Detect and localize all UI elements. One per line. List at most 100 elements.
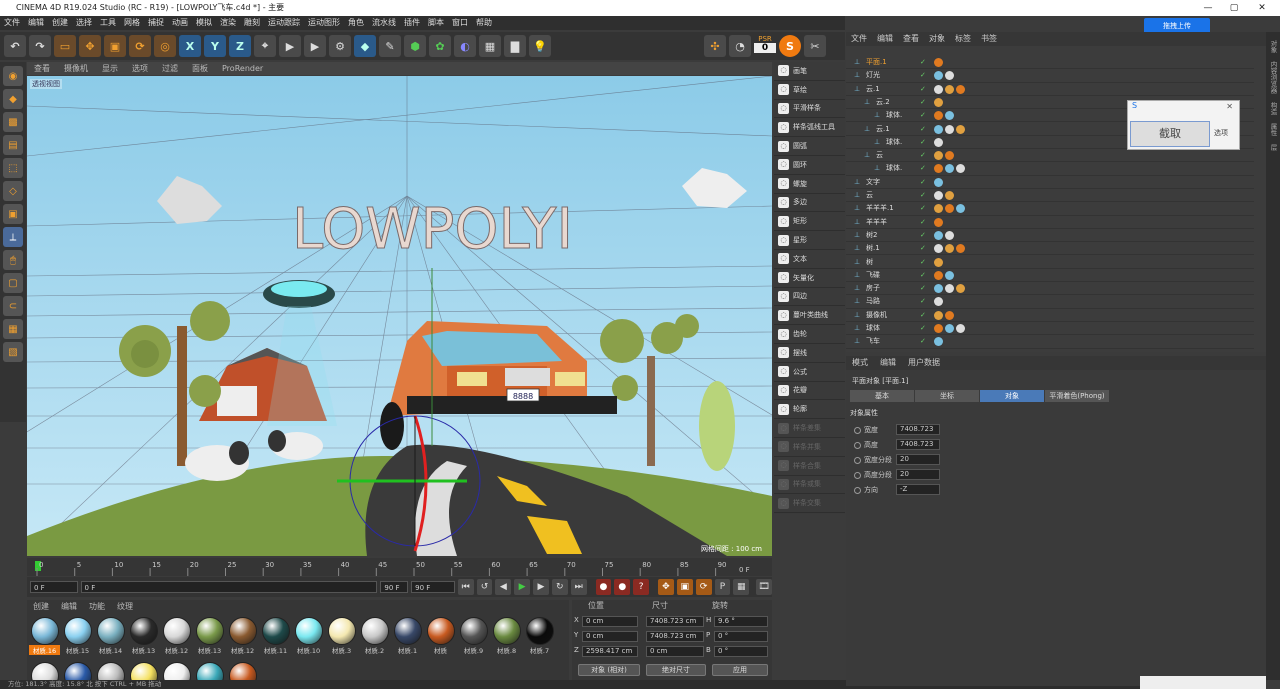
points-mode-icon[interactable]: ⬚ <box>3 158 23 178</box>
material-tag-icon[interactable] <box>934 97 943 107</box>
material-tag-icon[interactable] <box>934 204 943 214</box>
rotation-field[interactable]: 0 ° <box>714 646 768 657</box>
material-tag-icon[interactable] <box>945 191 954 200</box>
menu-item[interactable]: 流水线 <box>368 16 400 30</box>
object-manager-menu-item[interactable]: 文件 <box>846 32 872 46</box>
planar-workplane-icon[interactable]: ▧ <box>3 342 23 362</box>
size-field[interactable]: 7408.723 cm <box>646 616 704 627</box>
animate-dot-icon[interactable] <box>854 456 861 464</box>
side-tab[interactable]: 属性 <box>1268 123 1278 136</box>
spline-tool-item[interactable]: ◌ 螺旋 <box>774 175 845 194</box>
attribute-tab[interactable]: 平滑着色(Phong) <box>1045 390 1109 402</box>
material-tag-icon[interactable] <box>934 257 943 267</box>
timeline-ruler[interactable]: 0 5 10 15 20 25 30 35 40 45 50 55 60 65 70 75 80 85 90 0 F <box>27 558 772 576</box>
material-tag-icon[interactable] <box>934 297 943 307</box>
model-mode-icon[interactable]: ◆ <box>3 89 23 109</box>
render-settings-icon[interactable]: ⚙ <box>329 35 351 57</box>
object-tree-row[interactable]: ⊥ 树 ✓ <box>846 256 1254 269</box>
visibility-check-icon[interactable]: ✓ <box>920 109 926 122</box>
material-tag-icon[interactable] <box>945 244 954 254</box>
object-tree-row[interactable]: ⊥ 飞车 ✓ <box>846 335 1254 349</box>
material-tag-icon[interactable] <box>934 58 943 67</box>
material-tag-icon[interactable] <box>934 324 943 333</box>
material-tag-icon[interactable] <box>956 164 965 174</box>
visibility-check-icon[interactable]: ✓ <box>920 176 926 189</box>
size-field[interactable]: 0 cm <box>646 646 704 657</box>
next-frame-icon[interactable]: ▶ <box>533 579 549 595</box>
material-tag-icon[interactable] <box>934 191 943 200</box>
material-swatch[interactable]: 材质.16 <box>29 615 60 655</box>
material-tag-icon[interactable] <box>934 84 943 94</box>
object-manager-menu-item[interactable]: 对象 <box>924 32 950 46</box>
subdivision-icon[interactable]: ⬢ <box>404 35 426 57</box>
material-tag-icon[interactable] <box>934 217 943 227</box>
scale-icon[interactable]: ▣ <box>104 35 126 57</box>
menu-item[interactable]: 渲染 <box>216 16 240 30</box>
light-icon[interactable]: 💡 <box>529 35 551 57</box>
material-tag-icon[interactable] <box>934 124 943 134</box>
material-tag-icon[interactable] <box>945 310 954 320</box>
menu-item[interactable]: 创建 <box>48 16 72 30</box>
position-field[interactable]: 0 cm <box>582 631 638 642</box>
material-tag-icon[interactable] <box>945 71 954 81</box>
material-tag-icon[interactable] <box>945 124 954 134</box>
material-swatch[interactable]: 材质.12 <box>227 615 258 655</box>
spline-tool-item[interactable]: ◌ 多边 <box>774 194 845 213</box>
apply-button[interactable]: 应用 <box>712 664 768 676</box>
viewport-menu-item[interactable]: 摄像机 <box>57 62 95 75</box>
material-swatch[interactable]: 材质.1 <box>392 615 423 655</box>
object-manager-menu-item[interactable]: 查看 <box>898 32 924 46</box>
3d-viewport[interactable]: LOWPOLYI 8888 透视视图 网格间距: 100 cm <box>27 76 772 556</box>
animate-dot-icon[interactable] <box>854 441 861 449</box>
visibility-check-icon[interactable]: ✓ <box>920 322 926 335</box>
spline-tool-item[interactable]: ◌ 圆环 <box>774 156 845 175</box>
material-tag-icon[interactable] <box>934 151 943 161</box>
visibility-check-icon[interactable]: ✓ <box>920 96 926 109</box>
menu-item[interactable]: 脚本 <box>424 16 448 30</box>
y-axis-button[interactable]: Y <box>204 35 226 57</box>
material-tag-icon[interactable] <box>945 111 954 121</box>
workplane-mode-icon[interactable]: ▤ <box>3 135 23 155</box>
attribute-tab[interactable]: 基本 <box>850 390 914 402</box>
x-axis-button[interactable]: X <box>179 35 201 57</box>
visibility-check-icon[interactable]: ✓ <box>920 295 926 308</box>
attribute-value-field[interactable]: -Z <box>896 484 940 495</box>
viewport-solo-icon[interactable]: ▢ <box>3 273 23 293</box>
cloner-icon[interactable]: ✿ <box>429 35 451 57</box>
auto-key-icon[interactable]: ● <box>614 579 631 595</box>
spline-tool-item[interactable]: ◌ 样条或集 <box>774 476 845 495</box>
position-field[interactable]: 0 cm <box>582 616 638 627</box>
viewport-menu-item[interactable]: 过滤 <box>155 62 185 75</box>
object-tree-row[interactable]: ⊥ 灯光 ✓ <box>846 69 1254 83</box>
menu-item[interactable]: 模拟 <box>192 16 216 30</box>
spline-tool-item[interactable]: ◌ 样条并集 <box>774 438 845 457</box>
animate-dot-icon[interactable] <box>854 471 861 479</box>
spline-tool-item[interactable]: ◌ 文本 <box>774 250 845 269</box>
material-tag-icon[interactable] <box>934 177 943 187</box>
viewport-menu-item[interactable]: 查看 <box>27 62 57 75</box>
material-tag-icon[interactable] <box>945 151 954 161</box>
viewport-menu-item[interactable]: 面板 <box>185 62 215 75</box>
menu-item[interactable]: 编辑 <box>24 16 48 30</box>
material-swatch[interactable]: 材质.9 <box>458 615 489 655</box>
object-tree-row[interactable]: ⊥ 文字 ✓ <box>846 176 1254 189</box>
object-tree-row[interactable]: ⊥ 球体. ✓ <box>846 162 1254 176</box>
select-icon[interactable]: ▭ <box>54 35 76 57</box>
render-view-icon[interactable]: ▶ <box>279 35 301 57</box>
object-manager-menu-item[interactable]: 编辑 <box>872 32 898 46</box>
material-swatch[interactable]: 材质.7 <box>524 615 555 655</box>
close-button[interactable]: ✕ <box>1250 0 1274 16</box>
attribute-menu-item[interactable]: 模式 <box>846 356 874 370</box>
attribute-tab[interactable]: 对象 <box>980 390 1044 402</box>
spline-tool-item[interactable]: ◌ 画笔 <box>774 62 845 81</box>
object-tree-row[interactable]: ⊥ 飞碟 ✓ <box>846 269 1254 283</box>
snap-enable-icon[interactable]: ⊂ <box>3 296 23 316</box>
floor-icon[interactable]: ▦ <box>479 35 501 57</box>
size-mode-dropdown[interactable]: 绝对尺寸 <box>646 664 706 676</box>
recent-tool-icon[interactable]: ◎ <box>154 35 176 57</box>
material-tag-icon[interactable] <box>956 204 965 214</box>
options-button[interactable]: 选项 <box>1214 128 1228 138</box>
visibility-check-icon[interactable]: ✓ <box>920 69 926 82</box>
spline-tool-item[interactable]: ◌ 草绘 <box>774 81 845 100</box>
visibility-check-icon[interactable]: ✓ <box>920 242 926 255</box>
